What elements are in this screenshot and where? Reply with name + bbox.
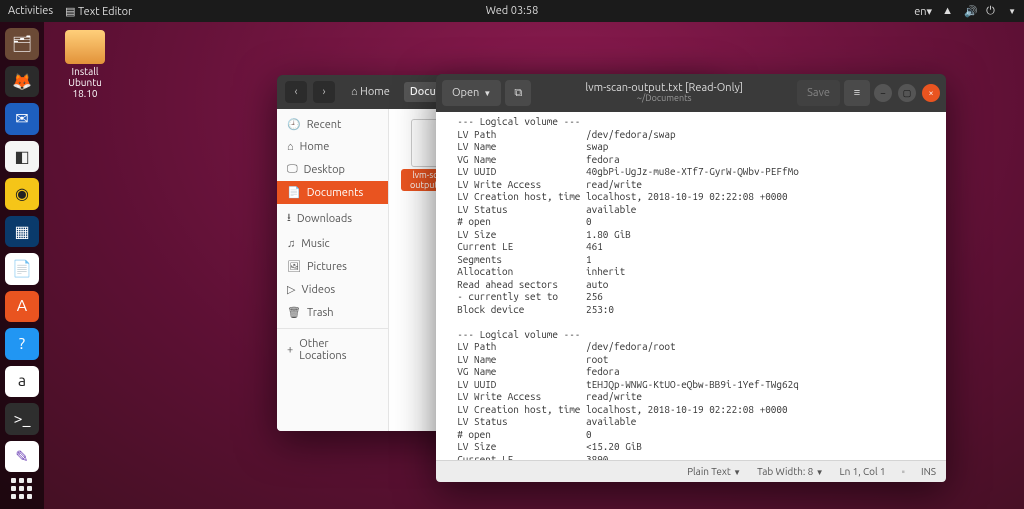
sidebar-documents[interactable]: 📄Documents bbox=[277, 181, 388, 204]
dock-rhythmbox[interactable]: ◉ bbox=[5, 178, 39, 210]
files-sidebar: 🕘Recent ⌂Home 🖵Desktop 📄Documents ⭳Downl… bbox=[277, 109, 389, 431]
path-home[interactable]: ⌂ Home bbox=[345, 82, 396, 102]
sidebar-pictures[interactable]: 🖼Pictures bbox=[277, 255, 388, 278]
home-icon: ⌂ bbox=[287, 141, 294, 153]
installer-icon bbox=[65, 30, 105, 64]
gedit-headerbar: Open ▼ ⧉ lvm-scan-output.txt [Read-Only]… bbox=[436, 74, 946, 112]
sidebar-home[interactable]: ⌂Home bbox=[277, 136, 388, 158]
top-panel: Activities ▤ Text Editor Wed 03:58 en▾ ▲… bbox=[0, 0, 1024, 22]
maximize-button[interactable]: ▢ bbox=[898, 84, 916, 102]
dock-amazon[interactable]: a bbox=[5, 366, 39, 398]
text-editor-window: Open ▼ ⧉ lvm-scan-output.txt [Read-Only]… bbox=[436, 74, 946, 482]
music-icon: ♫ bbox=[287, 238, 295, 250]
text-view[interactable]: --- Logical volume --- LV Path /dev/fedo… bbox=[436, 112, 946, 460]
chevron-down-icon: ▼ bbox=[1008, 7, 1016, 16]
downloads-icon: ⭳ bbox=[287, 209, 291, 228]
sidebar-desktop[interactable]: 🖵Desktop bbox=[277, 158, 388, 181]
volume-icon: 🔊 bbox=[964, 5, 976, 17]
dock-app4[interactable]: ◧ bbox=[5, 141, 39, 173]
desktop-icon: 🖵 bbox=[287, 163, 298, 176]
trash-icon: 🗑 bbox=[287, 306, 301, 319]
sidebar-separator bbox=[277, 328, 388, 329]
documents-icon: 📄 bbox=[287, 186, 301, 199]
dock-app6[interactable]: ▦ bbox=[5, 216, 39, 248]
back-button[interactable]: ‹ bbox=[285, 81, 307, 103]
open-button[interactable]: Open ▼ bbox=[442, 80, 501, 106]
dock-terminal[interactable]: >_ bbox=[5, 403, 39, 435]
sidebar-videos[interactable]: ▷Videos bbox=[277, 278, 388, 301]
chevron-down-icon: ▼ bbox=[483, 89, 491, 98]
recent-icon: 🕘 bbox=[287, 118, 301, 131]
activities-button[interactable]: Activities bbox=[8, 5, 53, 18]
input-source[interactable]: en▾ bbox=[914, 5, 932, 18]
dock-editor[interactable]: ✎ bbox=[5, 441, 39, 473]
cursor-position: Ln 1, Col 1 bbox=[840, 466, 886, 477]
pictures-icon: 🖼 bbox=[287, 260, 301, 273]
system-tray[interactable]: en▾ ▲ 🔊 ⏻ ▼ bbox=[914, 5, 1016, 18]
sidebar-music[interactable]: ♫Music bbox=[277, 233, 388, 255]
videos-icon: ▷ bbox=[287, 283, 295, 296]
desktop-icon-label: Install Ubuntu 18.10 bbox=[56, 66, 114, 99]
window-title: lvm-scan-output.txt [Read-Only] ~/Docume… bbox=[535, 82, 793, 104]
dock-help[interactable]: ? bbox=[5, 328, 39, 360]
syntax-selector[interactable]: Plain Text ▼ bbox=[687, 466, 741, 477]
insert-mode[interactable]: INS bbox=[921, 466, 936, 477]
tab-width-selector[interactable]: Tab Width: 8 ▼ bbox=[757, 466, 823, 477]
minimize-button[interactable]: – bbox=[874, 84, 892, 102]
clock[interactable]: Wed 03:58 bbox=[486, 5, 539, 17]
dock-firefox[interactable]: 🦊 bbox=[5, 66, 39, 98]
sidebar-downloads[interactable]: ⭳Downloads bbox=[277, 204, 388, 233]
sidebar-other-locations[interactable]: +Other Locations bbox=[277, 333, 388, 367]
status-bar: Plain Text ▼ Tab Width: 8 ▼ Ln 1, Col 1 … bbox=[436, 460, 946, 482]
dock: 🗂 🦊 ✉ ◧ ◉ ▦ 📄 A ? a >_ ✎ bbox=[0, 22, 44, 509]
sidebar-recent[interactable]: 🕘Recent bbox=[277, 113, 388, 136]
app-menu[interactable]: ▤ Text Editor bbox=[65, 5, 132, 18]
new-tab-button[interactable]: ⧉ bbox=[505, 80, 531, 106]
network-icon: ▲ bbox=[942, 5, 954, 17]
dock-software[interactable]: A bbox=[5, 291, 39, 323]
power-icon: ⏻ bbox=[986, 5, 998, 17]
dock-files[interactable]: 🗂 bbox=[5, 28, 39, 60]
save-button[interactable]: Save bbox=[797, 80, 840, 106]
desktop-icon-install-ubuntu[interactable]: Install Ubuntu 18.10 bbox=[56, 30, 114, 99]
dock-thunderbird[interactable]: ✉ bbox=[5, 103, 39, 135]
show-applications-button[interactable] bbox=[11, 478, 33, 499]
plus-icon: + bbox=[287, 344, 293, 356]
close-button[interactable]: × bbox=[922, 84, 940, 102]
sidebar-trash[interactable]: 🗑Trash bbox=[277, 301, 388, 324]
forward-button[interactable]: › bbox=[313, 81, 335, 103]
hamburger-button[interactable]: ≡ bbox=[844, 80, 870, 106]
dock-writer[interactable]: 📄 bbox=[5, 253, 39, 285]
